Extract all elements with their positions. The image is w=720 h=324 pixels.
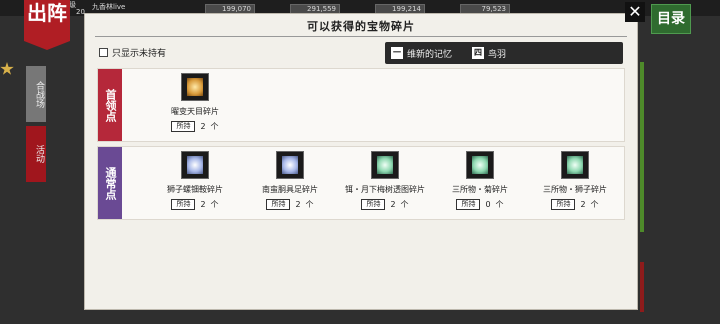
fragment-item[interactable]: 三所物・狮子碎片 所持 2 个 [530, 151, 620, 210]
fragment-name: 曜变天目碎片 [171, 107, 219, 116]
filter-label: 只显示未持有 [112, 49, 167, 59]
owned-badge: 所持 [266, 199, 291, 210]
owned-count: 所持 2 个 [340, 199, 430, 210]
section-boss-point: 首领点 曜变天目碎片 所持 2 个 [97, 68, 625, 142]
legend-text: 鸟羽 [488, 49, 507, 60]
owned-badge: 所持 [171, 121, 196, 132]
owned-badge: 所持 [456, 199, 481, 210]
fragment-item[interactable]: 南蛮胴具足碎片 所持 2 个 [245, 151, 335, 210]
menu-button[interactable]: 目录 [651, 4, 691, 34]
owned-unit: 个 [210, 122, 219, 131]
fragment-name: 三所物・狮子碎片 [543, 185, 607, 194]
treasure-fragments-modal: 可以获得的宝物碎片 只显示未持有 一 维新的记忆 四 鸟羽 首领点 曜变天目碎片… [84, 13, 638, 310]
checkbox-box[interactable] [99, 48, 108, 57]
fragment-item[interactable]: 铒・月下梅树透图碎片 所持 2 个 [340, 151, 430, 210]
legend-tag: 四 [472, 47, 485, 59]
blue-fragment-icon [181, 151, 209, 179]
fragment-item[interactable]: 狮子螺钿鞍碎片 所持 2 个 [150, 151, 240, 210]
fragment-name: 狮子螺钿鞍碎片 [167, 185, 223, 194]
owned-number: 2 [295, 200, 301, 209]
owned-count: 所持 2 个 [245, 199, 335, 210]
owned-unit: 个 [305, 200, 314, 209]
fragment-item[interactable]: 三所物・菊碎片 所持 0 个 [435, 151, 525, 210]
side-decoration [640, 262, 644, 312]
owned-number: 2 [390, 200, 396, 209]
fragment-name: 南蛮胴具足碎片 [262, 185, 318, 194]
owned-number: 0 [485, 200, 491, 209]
modal-title: 可以获得的宝物碎片 [307, 20, 415, 33]
player-name: 九香林live [92, 3, 126, 11]
section-label: 首领点 [98, 69, 122, 141]
fragment-item[interactable]: 曜变天目碎片 所持 2 个 [150, 73, 240, 132]
owned-badge: 所持 [361, 199, 386, 210]
owned-badge: 所持 [171, 199, 196, 210]
side-decoration [640, 62, 644, 232]
teal-fragment-icon [371, 151, 399, 179]
owned-count: 所持 0 个 [435, 199, 525, 210]
owned-unit: 个 [590, 200, 599, 209]
section-label: 通常点 [98, 147, 122, 219]
star-icon [0, 62, 14, 75]
close-icon[interactable]: ✕ [625, 2, 645, 22]
owned-number: 2 [200, 200, 206, 209]
owned-unit: 个 [210, 200, 219, 209]
owned-number: 2 [580, 200, 586, 209]
owned-count: 所持 2 个 [150, 121, 240, 132]
owned-count: 所持 2 个 [530, 199, 620, 210]
stage-legend: 一 维新的记忆 四 鸟羽 [385, 42, 623, 64]
gold-fragment-icon [181, 73, 209, 101]
owned-number: 2 [200, 122, 206, 131]
owned-badge: 所持 [551, 199, 576, 210]
tab-battle-field[interactable]: 合战场 [26, 66, 46, 122]
divider [95, 36, 627, 37]
sortie-button[interactable]: 出阵 [24, 0, 70, 50]
teal-fragment-icon [466, 151, 494, 179]
owned-unit: 个 [495, 200, 504, 209]
filter-unowned-checkbox[interactable]: 只显示未持有 [99, 46, 166, 59]
legend-text: 维新的记忆 [407, 49, 453, 60]
fragment-name: 铒・月下梅树透图碎片 [345, 185, 425, 194]
legend-tag: 一 [391, 47, 403, 59]
tab-event[interactable]: 活动 [26, 126, 46, 182]
fragment-name: 三所物・菊碎片 [452, 185, 508, 194]
owned-unit: 个 [400, 200, 409, 209]
teal-fragment-icon [561, 151, 589, 179]
blue-fragment-icon [276, 151, 304, 179]
section-common-point: 通常点 狮子螺钿鞍碎片 所持 2 个 南蛮胴具足碎片 所持 2 个 铒・月下梅树… [97, 146, 625, 220]
owned-count: 所持 2 个 [150, 199, 240, 210]
